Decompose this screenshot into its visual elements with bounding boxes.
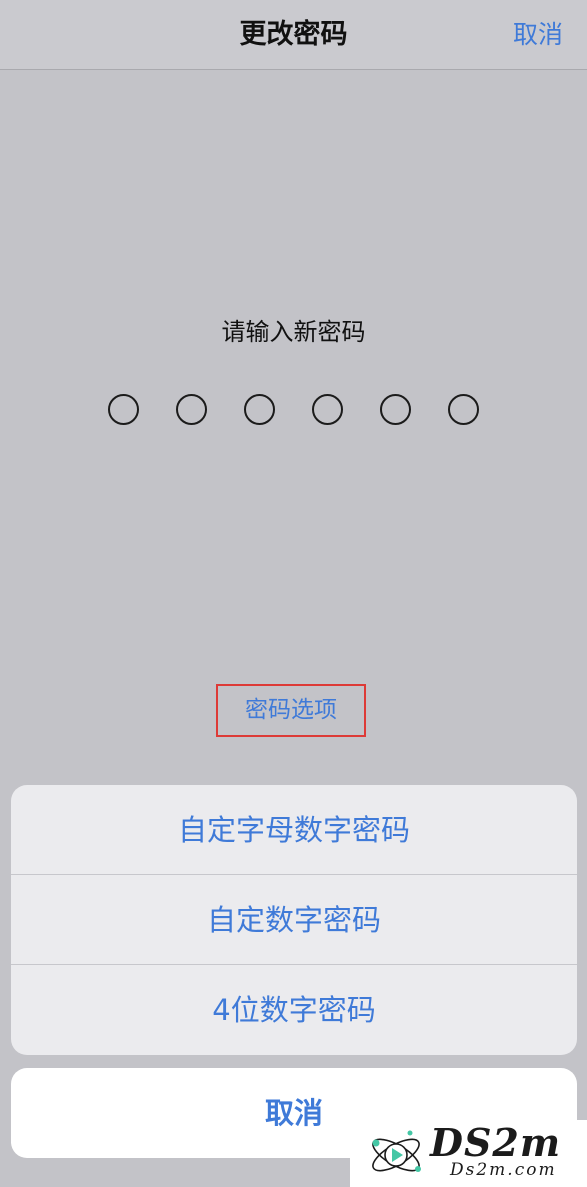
cancel-nav-button[interactable]: 取消 (513, 0, 563, 69)
passcode-dot (176, 394, 207, 425)
passcode-dot (312, 394, 343, 425)
passcode-dot (108, 394, 139, 425)
navigation-bar: 更改密码 取消 (0, 0, 587, 70)
passcode-prompt: 请输入新密码 (221, 318, 366, 346)
passcode-dots (108, 394, 480, 426)
watermark-subtitle: Ds2m.com (450, 1160, 557, 1180)
page-title: 更改密码 (239, 19, 348, 50)
watermark: DS2m Ds2m.com (350, 1120, 587, 1187)
passcode-dot (448, 394, 479, 425)
watermark-title: DS2m (430, 1120, 562, 1165)
option-custom-numeric[interactable]: 自定数字密码 (11, 875, 577, 965)
option-custom-alphanumeric[interactable]: 自定字母数字密码 (11, 785, 577, 875)
passcode-dot (380, 394, 411, 425)
passcode-options-button[interactable]: 密码选项 (216, 684, 366, 737)
passcode-dot (244, 394, 275, 425)
option-four-digit[interactable]: 4位数字密码 (11, 965, 577, 1055)
watermark-logo-icon (372, 1130, 421, 1172)
passcode-options-sheet: 自定字母数字密码 自定数字密码 4位数字密码 (11, 785, 577, 1055)
